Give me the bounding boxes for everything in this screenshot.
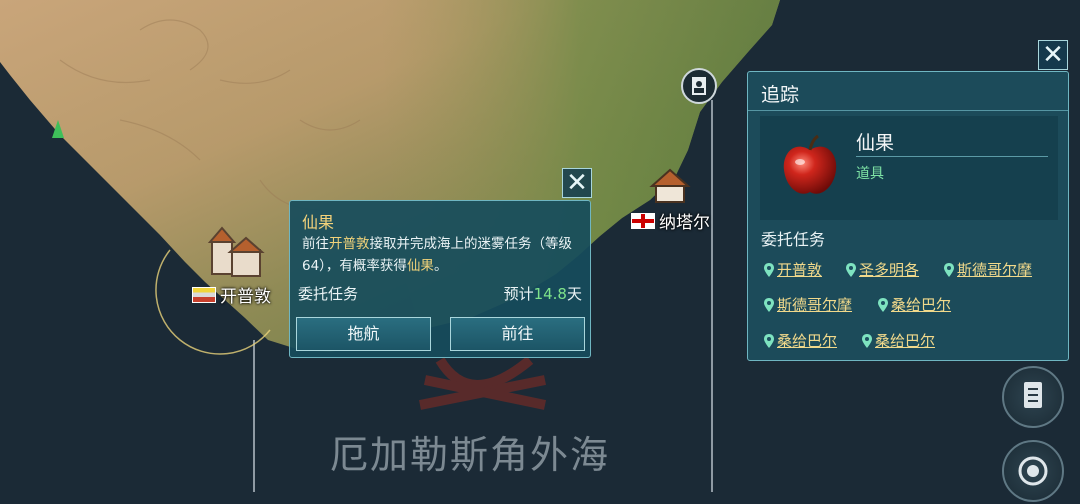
city-name: 纳塔尔 (659, 213, 710, 233)
sea-region-name: 厄加勒斯角外海 (330, 433, 611, 477)
quest-kind: 委托任务 (298, 285, 359, 303)
eta: 预计14.8天 (504, 283, 582, 304)
portrait-badge-icon[interactable] (681, 68, 717, 104)
document-list-button[interactable] (1002, 366, 1064, 428)
tow-button[interactable]: 拖航 (296, 317, 431, 351)
tracked-item-card[interactable]: 仙果 道具 (760, 116, 1058, 220)
desc-text: 前往 (302, 236, 329, 252)
desc-text: 。 (433, 258, 448, 274)
close-icon: ✕ (1042, 40, 1064, 70)
location-link[interactable]: 斯德哥尔摩 (944, 259, 1032, 280)
location-pin-icon (764, 333, 774, 348)
location-name: 斯德哥尔摩 (957, 261, 1033, 279)
location-pin-icon (764, 297, 774, 312)
eta-value: 14.8 (533, 285, 567, 303)
location-name: 斯德哥尔摩 (777, 296, 853, 314)
desc-highlight-item: 仙果 (406, 258, 434, 274)
eta-unit: 天 (566, 285, 582, 303)
section-label: 委托任务 (761, 230, 826, 249)
compass-coin-icon (1018, 456, 1048, 486)
panel-close-button[interactable]: ✕ (1038, 40, 1068, 70)
quest-popup: 仙果 前往开普敦接取并完成海上的迷雾任务（等级64），有概率获得仙果。 委托任务… (289, 200, 591, 358)
flag-icon (192, 286, 216, 303)
apple-icon (783, 134, 837, 194)
panel-divider (748, 110, 1068, 111)
location-link[interactable]: 桑给巴尔 (764, 330, 837, 351)
location-pin-icon (878, 297, 888, 312)
popup-close-button[interactable]: ✕ (562, 168, 592, 198)
panel-title: 追踪 (761, 84, 800, 106)
location-pin-icon (862, 333, 872, 348)
close-icon: ✕ (566, 168, 588, 198)
location-link[interactable]: 桑给巴尔 (862, 330, 935, 351)
location-link[interactable]: 圣多明各 (846, 259, 919, 280)
desc-highlight-city: 开普敦 (329, 236, 370, 252)
location-link[interactable]: 桑给巴尔 (878, 294, 951, 315)
location-name: 桑给巴尔 (875, 332, 936, 350)
city-label-natal[interactable]: 纳塔尔 (631, 208, 710, 233)
go-button[interactable]: 前往 (450, 317, 585, 351)
item-type: 道具 (856, 166, 884, 182)
flag-icon (631, 212, 655, 229)
item-name: 仙果 (856, 132, 895, 154)
item-divider (856, 156, 1048, 157)
document-list-icon (1024, 382, 1042, 408)
location-link[interactable]: 斯德哥尔摩 (764, 294, 852, 315)
location-name: 桑给巴尔 (891, 296, 952, 314)
location-name: 桑给巴尔 (777, 332, 838, 350)
location-name: 圣多明各 (859, 261, 920, 279)
location-pin-icon (944, 262, 954, 277)
popup-title: 仙果 (302, 213, 335, 232)
location-name: 开普敦 (777, 261, 823, 279)
compass-coin-button[interactable] (1002, 440, 1064, 502)
popup-description: 前往开普敦接取并完成海上的迷雾任务（等级64），有概率获得仙果。 (302, 233, 582, 277)
location-link[interactable]: 开普敦 (764, 259, 822, 280)
location-pin-icon (846, 262, 856, 277)
city-name: 开普敦 (220, 287, 271, 307)
eta-prefix: 预计 (503, 285, 534, 303)
tracking-panel: 追踪 仙果 道具 委托任务 开普敦 圣多明各 斯德哥尔摩 斯德哥尔摩 桑给巴尔 … (747, 71, 1069, 361)
city-label-capetown[interactable]: 开普敦 (192, 282, 271, 307)
location-pin-icon (764, 262, 774, 277)
